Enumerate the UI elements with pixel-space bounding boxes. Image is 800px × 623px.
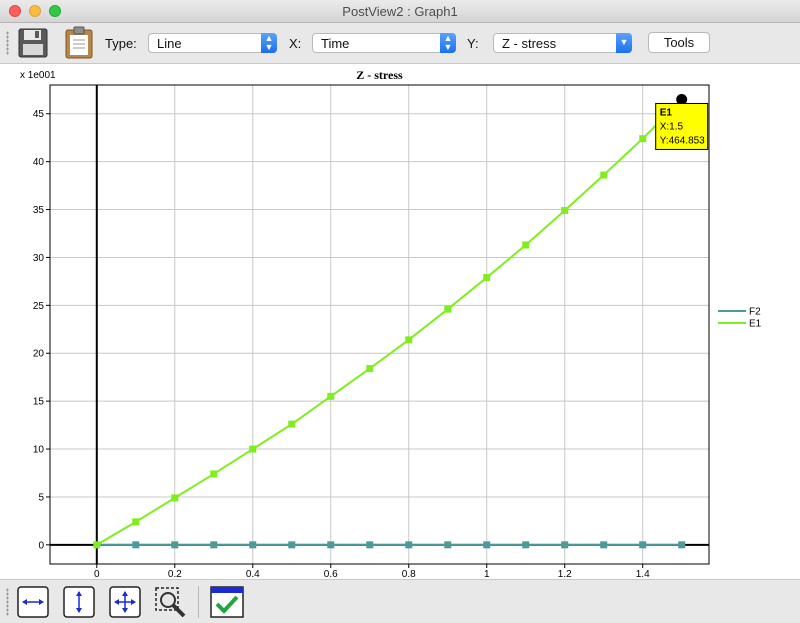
data-point-f2	[405, 541, 413, 549]
data-point-e1	[444, 305, 452, 313]
data-point-origin	[93, 541, 101, 549]
x-label: X:	[289, 36, 302, 51]
top-toolbar: Type: Line ▲ ▼ X: Time ▲ ▼ Y: Z - stress ▼…	[0, 23, 800, 64]
data-point-e1	[288, 420, 296, 428]
y-multiplier-label: x 1e001	[20, 70, 56, 81]
data-point-f2	[483, 541, 491, 549]
x-tick-label: 0.2	[168, 569, 182, 579]
y-select-value: Z - stress	[502, 36, 557, 51]
data-point-e1	[249, 445, 257, 453]
data-point-e1	[132, 518, 140, 526]
graph-area: Z - stress x 1e001 0 0.2 0.4 0.6 0.8 1 1.2 1.4 0 5 1…	[0, 64, 800, 580]
data-point-e1	[522, 241, 530, 249]
tooltip-x: X:1.5	[660, 121, 684, 132]
title-bar: PostView2 : Graph1	[0, 0, 800, 23]
y-tick-label: 5	[38, 492, 44, 503]
data-point-f2	[366, 541, 374, 549]
type-select-value: Line	[157, 36, 182, 51]
data-point-e1	[639, 135, 647, 143]
data-point-f2	[522, 541, 530, 549]
data-point-e1	[366, 365, 374, 373]
chart-svg[interactable]: Z - stress x 1e001 0 0.2 0.4 0.6 0.8 1 1.2 1.4 0 5 1…	[0, 64, 800, 580]
bottom-toolbar	[0, 579, 800, 623]
zoom-fit-icon[interactable]	[109, 586, 141, 618]
tooltip-series: E1	[660, 107, 673, 118]
chevron-updown-icon: ▲ ▼	[261, 33, 277, 53]
x-tick-label: 0.6	[324, 569, 338, 579]
legend-label-e1: E1	[749, 319, 762, 330]
data-point-f2	[327, 541, 335, 549]
data-point-f2	[249, 541, 257, 549]
zoom-height-icon[interactable]	[63, 586, 95, 618]
chevron-updown-icon: ▲ ▼	[440, 33, 456, 53]
data-point-e1	[483, 274, 491, 282]
y-tick-label: 30	[33, 253, 45, 264]
y-tick-label: 45	[33, 109, 45, 120]
x-select-value: Time	[321, 36, 350, 51]
y-select[interactable]: Z - stress ▼	[493, 33, 632, 53]
zoom-width-icon[interactable]	[17, 586, 49, 618]
y-tick-label: 35	[33, 205, 45, 216]
window-title: PostView2 : Graph1	[342, 4, 458, 19]
data-point-f2	[600, 541, 608, 549]
y-tick-label: 15	[33, 397, 45, 408]
save-icon[interactable]	[17, 27, 49, 59]
data-point-e1	[327, 392, 335, 400]
data-point-e1	[561, 206, 569, 214]
y-tick-label: 40	[33, 157, 45, 168]
type-label: Type:	[105, 36, 137, 51]
toolbar-grip[interactable]	[6, 31, 9, 55]
y-tick-label: 10	[33, 445, 45, 456]
x-tick-label: 1.4	[636, 569, 650, 579]
y-tick-label: 20	[33, 349, 45, 360]
apply-checkmark-icon[interactable]	[210, 586, 244, 618]
data-point-e1	[405, 336, 413, 344]
toolbar-separator	[198, 586, 199, 618]
data-point-f2	[678, 541, 686, 549]
data-point-f2	[210, 541, 218, 549]
y-tick-label: 25	[33, 301, 45, 312]
legend-label-f2: F2	[749, 307, 761, 318]
zoom-select-icon[interactable]	[154, 586, 188, 620]
data-point-f2	[171, 541, 179, 549]
data-point-f2	[639, 541, 647, 549]
y-tick-label: 0	[38, 540, 44, 551]
tooltip-y: Y:464.853	[660, 135, 705, 146]
data-point-e1	[600, 171, 608, 179]
x-tick-label: 0.8	[402, 569, 416, 579]
plot-background	[50, 85, 709, 564]
x-tick-label: 1	[484, 569, 490, 579]
data-point-f2	[561, 541, 569, 549]
data-point-f2	[288, 541, 296, 549]
toolbar-grip[interactable]	[6, 588, 9, 616]
chart-title: Z - stress	[356, 68, 403, 82]
x-tick-label: 1.2	[558, 569, 572, 579]
type-select[interactable]: Line ▲ ▼	[148, 33, 277, 53]
data-point-f2	[444, 541, 452, 549]
x-select[interactable]: Time ▲ ▼	[312, 33, 456, 53]
data-point-f2	[132, 541, 140, 549]
y-label: Y:	[467, 36, 479, 51]
chevron-down-icon: ▼	[616, 33, 632, 53]
x-tick-label: 0	[94, 569, 100, 579]
data-point-e1	[210, 470, 218, 478]
tools-button[interactable]: Tools	[648, 32, 710, 53]
data-point-e1	[171, 494, 179, 502]
x-tick-label: 0.4	[246, 569, 260, 579]
clipboard-icon[interactable]	[63, 26, 95, 60]
